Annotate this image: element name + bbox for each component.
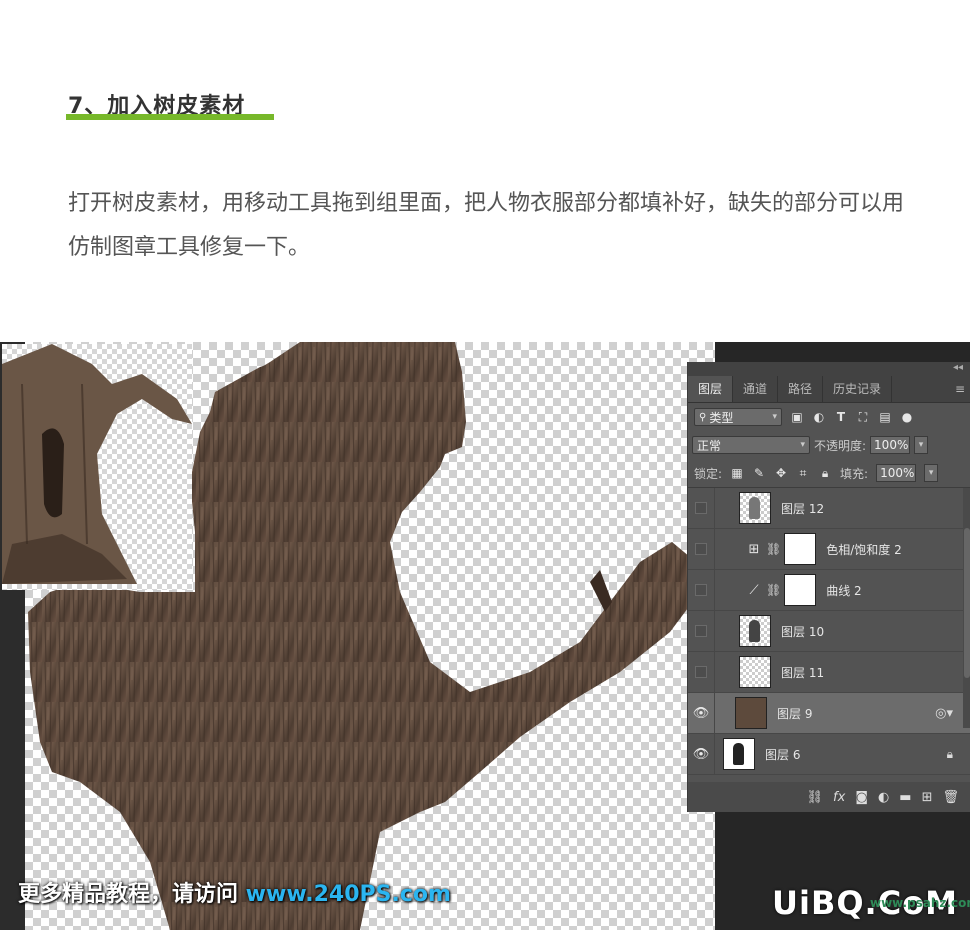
image-filter-icon[interactable]: ▣	[790, 410, 804, 424]
layer-list: 图层 12 ⊞ ⛓ 色相/饱和度 2 ⟋ ⛓ 曲线 2 图层 10 图层 11	[688, 488, 970, 775]
filter-kind-select[interactable]: ⚲ 类型 ▾	[694, 408, 782, 426]
layer-row[interactable]: 图层 12	[688, 488, 970, 529]
new-layer-icon[interactable]: ⊞	[922, 790, 933, 805]
watermark-url: www.240PS.com	[245, 882, 451, 907]
panel-tabs: 图层 通道 路径 历史记录 ≡	[688, 376, 970, 403]
watermark-brand-sub: www.psahz.com	[870, 896, 970, 910]
watermark-prefix: 更多精品教程，请访问	[18, 882, 246, 907]
layers-scrollbar[interactable]	[963, 488, 970, 728]
fx-icon[interactable]: fx	[833, 790, 845, 805]
visibility-toggle[interactable]	[688, 488, 715, 528]
layer-thumbnail	[735, 697, 767, 729]
type-filter-icon[interactable]: T	[834, 410, 848, 424]
article-paragraph: 打开树皮素材，用移动工具拖到组里面，把人物衣服部分都填补好，缺失的部分可以用仿制…	[68, 191, 905, 260]
link-chain-icon[interactable]: ⛓	[766, 583, 781, 597]
hue-saturation-icon: ⊞	[748, 541, 760, 557]
tab-history[interactable]: 历史记录	[823, 376, 893, 402]
visibility-toggle[interactable]	[688, 529, 715, 569]
panel-bottom-bar: ⛓ fx ◙ ◐ ▬ ⊞ 🗑︎	[688, 782, 970, 812]
tree-trunk-image	[2, 344, 192, 584]
figure-thumb	[590, 570, 612, 612]
blend-row: 正常 ▾ 不透明度: 100% ▾	[688, 431, 970, 459]
layer-name: 图层 6	[765, 747, 801, 762]
filter-toggle-icon[interactable]: ●	[900, 410, 914, 424]
tree-material-thumbnail	[2, 344, 192, 590]
panel-menu-icon[interactable]: ≡	[955, 376, 970, 402]
link-chain-icon[interactable]: ⛓	[766, 542, 781, 556]
fill-input[interactable]: 100%	[876, 464, 917, 482]
layer-name: 图层 10	[781, 624, 825, 639]
layer-row[interactable]: 👁︎ 图层 6 🔒︎	[688, 734, 970, 775]
link-layers-icon[interactable]: ⛓	[807, 790, 824, 805]
panel-topbar: ◂◂	[688, 362, 970, 376]
adjustment-layer-icon[interactable]: ◐	[878, 790, 889, 805]
curves-icon: ⟋	[749, 582, 759, 598]
layer-thumbnail	[739, 656, 771, 688]
lock-icon: 🔒︎	[946, 746, 953, 761]
layer-name: 图层 11	[781, 665, 825, 680]
tab-paths[interactable]: 路径	[778, 376, 824, 402]
visibility-toggle[interactable]	[688, 570, 715, 610]
layer-row[interactable]: ⟋ ⛓ 曲线 2	[688, 570, 970, 611]
smart-object-filter-icon[interactable]: ▤	[878, 410, 892, 424]
opacity-dropdown[interactable]: ▾	[914, 436, 929, 454]
visibility-toggle[interactable]	[688, 652, 715, 692]
eye-icon: 👁︎	[692, 746, 710, 762]
heading-underline	[66, 114, 274, 120]
lock-transparent-icon[interactable]: ▦	[730, 466, 744, 480]
visibility-toggle[interactable]	[688, 611, 715, 651]
layer-mask-thumbnail	[784, 574, 817, 606]
lock-position-icon[interactable]: ✥	[774, 466, 788, 480]
filter-kind-label: 类型	[709, 410, 734, 425]
layer-row[interactable]: 图层 10	[688, 611, 970, 652]
chevron-down-icon: ▾	[772, 412, 777, 422]
lock-artboard-icon[interactable]: ⌗	[796, 466, 810, 480]
collapse-icon[interactable]: ◂◂	[953, 362, 963, 373]
layer-row[interactable]: 图层 11	[688, 652, 970, 693]
layer-thumbnail	[723, 738, 755, 770]
visibility-toggle[interactable]: 👁︎	[688, 693, 715, 733]
layer-name: 图层 12	[781, 501, 825, 516]
layer-name: 色相/饱和度 2	[826, 542, 902, 557]
tab-channels[interactable]: 通道	[733, 376, 779, 402]
trash-icon[interactable]: 🗑︎	[942, 790, 959, 805]
blend-mode-select[interactable]: 正常 ▾	[692, 436, 810, 454]
layer-mask-thumbnail	[784, 533, 817, 565]
add-mask-icon[interactable]: ◙	[855, 790, 868, 805]
lock-all-icon[interactable]: 🔒︎	[818, 466, 832, 480]
layer-thumbnail	[739, 615, 771, 647]
shape-filter-icon[interactable]: ⛶	[856, 410, 870, 424]
lock-row: 锁定: ▦ ✎ ✥ ⌗ 🔒︎ 填充: 100% ▾	[688, 459, 970, 488]
filter-row: ⚲ 类型 ▾ ▣ ◐ T ⛶ ▤ ●	[688, 403, 970, 431]
blend-mode-value: 正常	[697, 438, 722, 453]
tab-layers[interactable]: 图层	[688, 376, 734, 402]
chevron-down-icon: ▾	[800, 440, 805, 450]
watermark-left: 更多精品教程，请访问 www.240PS.com	[18, 876, 451, 908]
adjustment-filter-icon[interactable]: ◐	[812, 410, 826, 424]
eye-icon: 👁︎	[692, 705, 710, 721]
opacity-input[interactable]: 100%	[870, 436, 911, 454]
layer-row[interactable]: ⊞ ⛓ 色相/饱和度 2	[688, 529, 970, 570]
opacity-label: 不透明度:	[814, 438, 867, 453]
lock-brush-icon[interactable]: ✎	[752, 466, 766, 480]
fill-dropdown[interactable]: ▾	[924, 464, 939, 482]
search-icon: ⚲	[699, 411, 707, 423]
layer-name: 图层 9	[777, 706, 813, 721]
clip-link-icon[interactable]: ◎▾	[935, 706, 953, 721]
layer-name: 曲线 2	[826, 583, 862, 598]
visibility-toggle[interactable]: 👁︎	[688, 734, 715, 774]
layer-thumbnail	[739, 492, 771, 524]
fill-label: 填充:	[840, 466, 869, 481]
layers-panel: ◂◂ 图层 通道 路径 历史记录 ≡ ⚲ 类型 ▾ ▣ ◐ T ⛶ ▤ ● 正常…	[687, 362, 970, 812]
new-group-icon[interactable]: ▬	[899, 790, 911, 805]
layer-row-selected[interactable]: 👁︎ 图层 9 ◎▾	[688, 693, 970, 734]
lock-label: 锁定:	[694, 466, 723, 481]
